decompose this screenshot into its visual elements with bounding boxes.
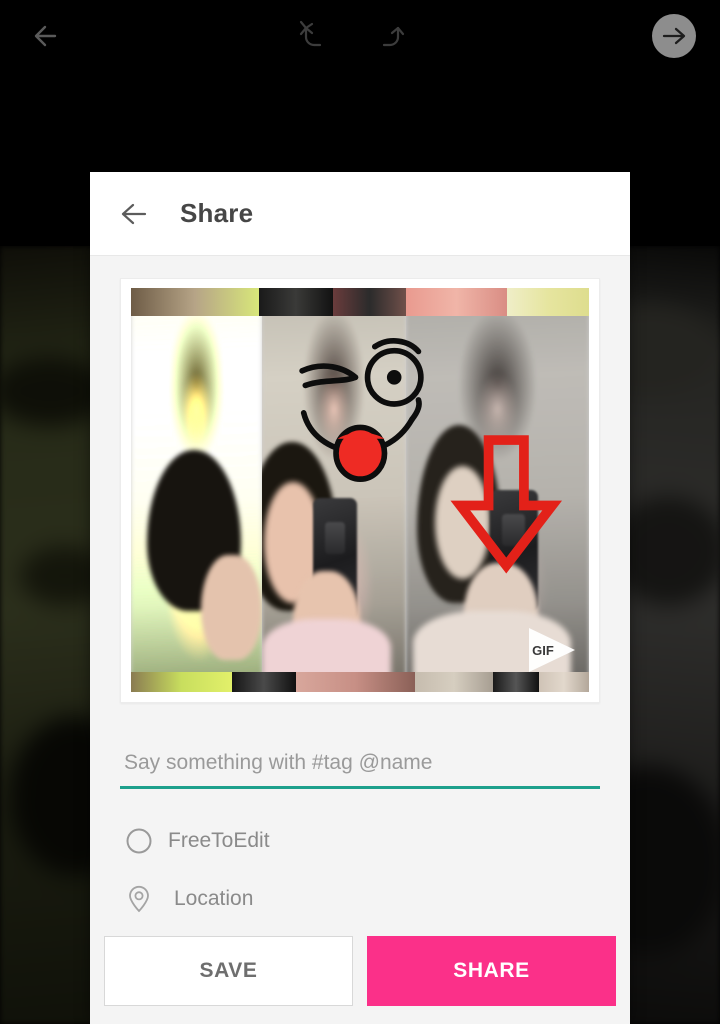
arrow-left-icon[interactable] [112, 192, 156, 236]
option-freetoedit[interactable]: FreeToEdit [120, 817, 600, 865]
winking-tongue-face-sticker[interactable] [268, 324, 456, 486]
radio-unchecked-icon[interactable] [124, 826, 154, 856]
arrow-left-icon[interactable] [24, 14, 68, 58]
share-dialog-footer: SAVE SHARE [90, 930, 630, 1024]
collage-band [131, 671, 232, 692]
page-title: Share [180, 198, 254, 228]
share-dialog-body: GIF FreeToEdit Locat [90, 256, 630, 930]
collage-band [414, 671, 493, 692]
collage-band [131, 288, 260, 317]
collage-band [259, 288, 333, 317]
collage-band [332, 288, 406, 317]
save-button[interactable]: SAVE [104, 936, 353, 1006]
collage-band [405, 288, 507, 317]
undo-icon[interactable] [292, 14, 336, 58]
collage-strip-green [131, 288, 262, 692]
app-screen: Share GIF Say something with #tag @name … [0, 0, 720, 1024]
option-location[interactable]: Location [120, 875, 600, 923]
media-preview[interactable]: GIF [131, 288, 589, 692]
editor-toolbar [0, 0, 720, 72]
share-dialog: Share GIF Say something with #tag @name … [90, 172, 630, 1024]
option-location-label: Location [174, 887, 254, 910]
collage-band [295, 671, 415, 692]
option-freetoedit-label: FreeToEdit [168, 829, 270, 852]
collage-band [506, 288, 589, 317]
redo-icon[interactable] [368, 14, 412, 58]
gif-badge-label: GIF [532, 643, 554, 658]
collage-band [231, 671, 296, 692]
arrow-right-circle-icon[interactable] [651, 13, 697, 59]
map-pin-icon[interactable] [124, 884, 154, 914]
share-dialog-header: Share [90, 172, 630, 256]
gif-play-badge[interactable]: GIF [523, 624, 579, 676]
media-preview-card[interactable]: GIF [120, 278, 600, 703]
caption-row [120, 745, 600, 789]
caption-input[interactable] [120, 745, 600, 789]
share-button[interactable]: SHARE [367, 936, 616, 1006]
red-down-arrow-sticker[interactable] [449, 433, 564, 574]
